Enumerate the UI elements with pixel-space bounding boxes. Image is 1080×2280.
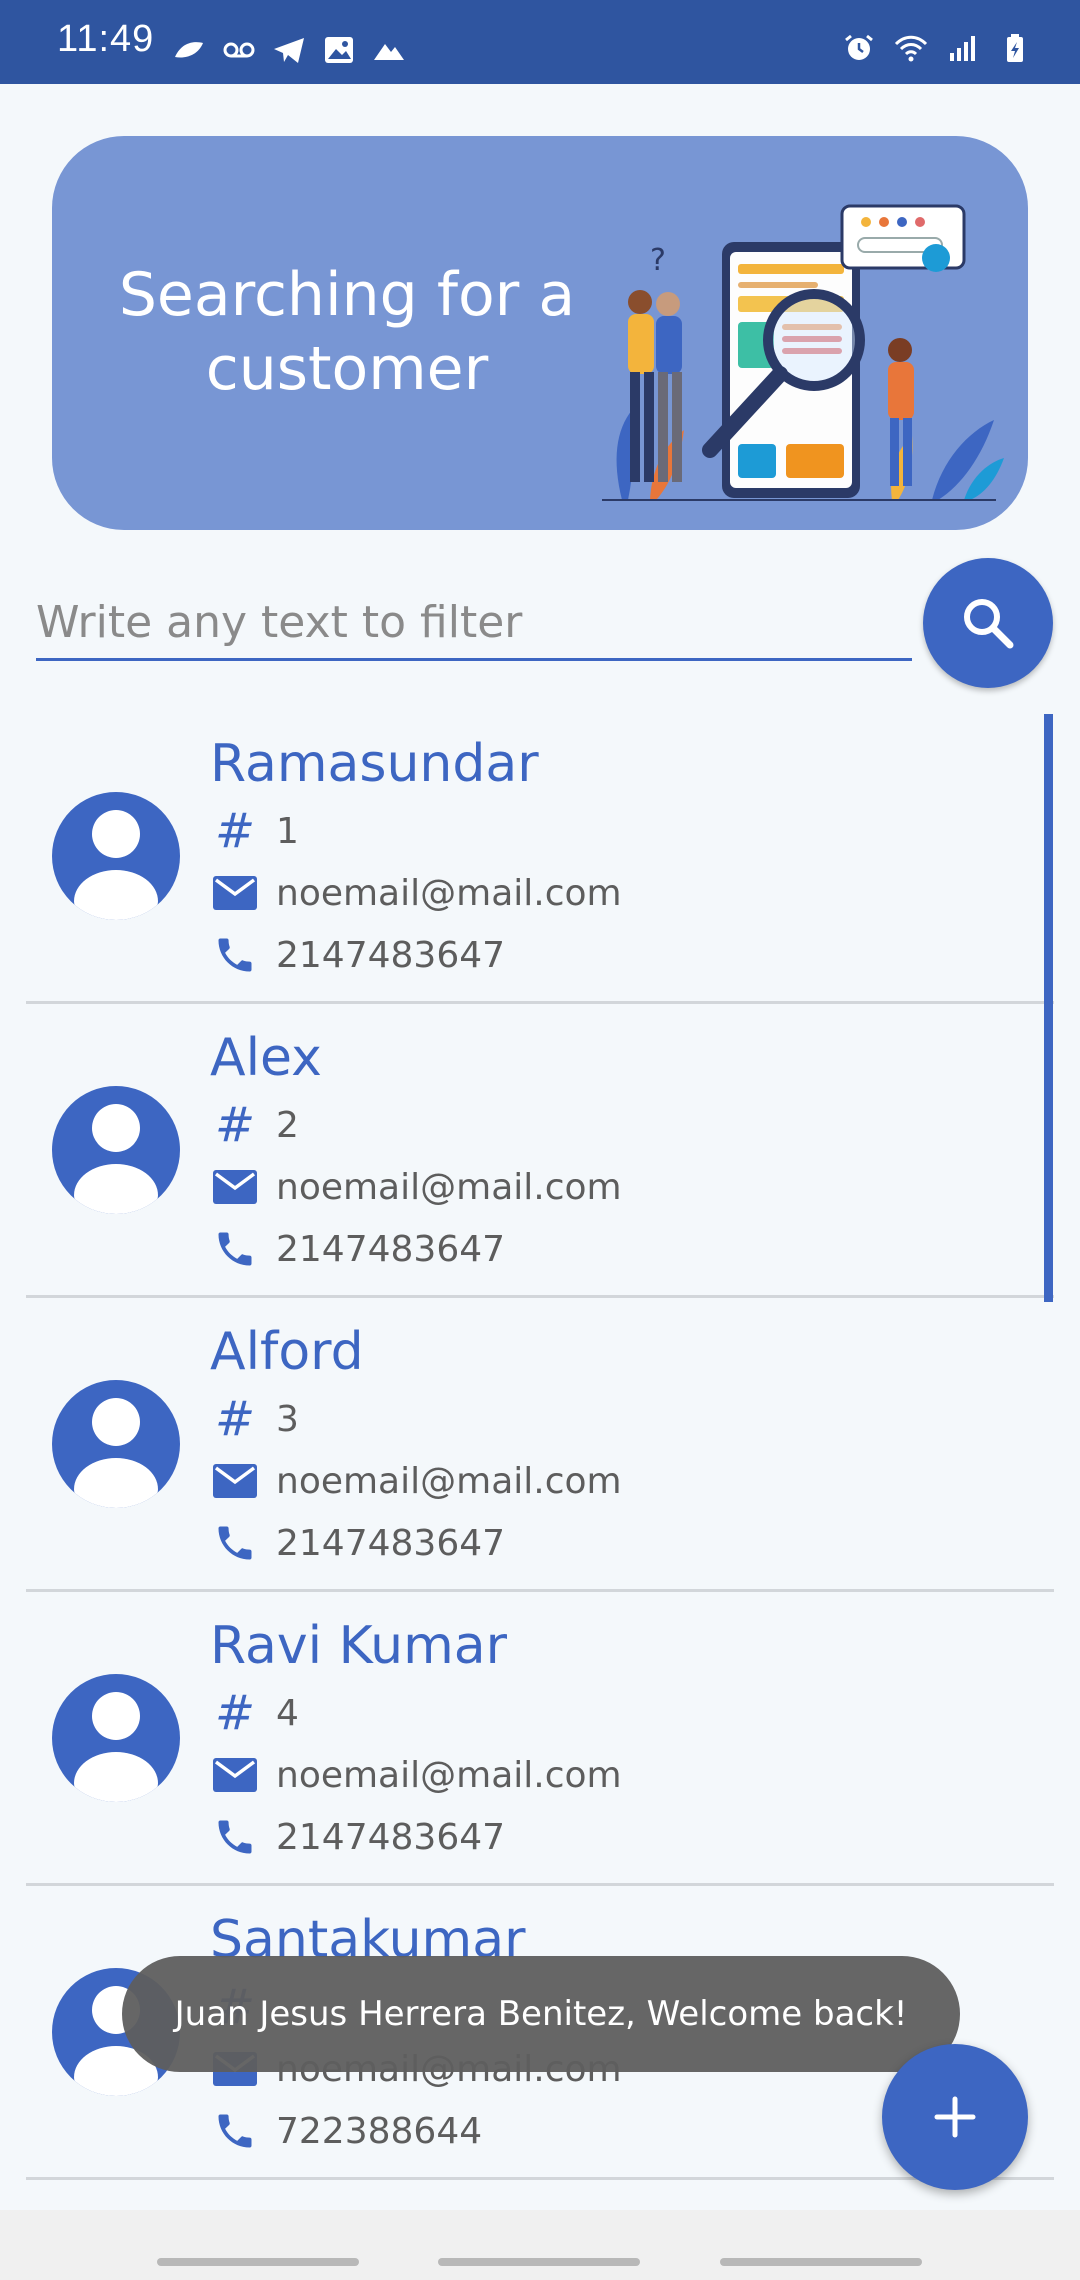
customer-email: noemail@mail.com (276, 1754, 622, 1796)
search-input[interactable] (36, 586, 912, 661)
customer-name: Alford (210, 1322, 364, 1382)
voicemail-icon (223, 42, 255, 58)
hash-icon: # (214, 1097, 256, 1153)
avatar-icon (52, 1674, 180, 1802)
customer-name: Alex (210, 1028, 322, 1088)
customer-card[interactable]: Ravi Kumar # 4 noemail@mail.com 21474836… (26, 1592, 1054, 1886)
customer-phone-row: 2147483647 (210, 1518, 505, 1568)
mail-icon (210, 1750, 260, 1800)
signal-icon (950, 36, 975, 61)
customer-email: noemail@mail.com (276, 872, 622, 914)
mail-icon (210, 1162, 260, 1212)
phone-icon (210, 1518, 260, 1568)
customer-id: 3 (276, 1398, 299, 1440)
hash-icon: # (214, 803, 256, 859)
telegram-icon (274, 38, 304, 63)
status-system-icons (842, 28, 1032, 68)
mountain-icon (374, 44, 404, 60)
leaf-icon (175, 42, 203, 58)
avatar-icon (52, 792, 180, 920)
header-banner: Searching for a customer ? (52, 136, 1028, 530)
phone-icon (210, 1224, 260, 1274)
customer-phone-row: 722388644 (210, 2106, 482, 2156)
search-icon (964, 599, 1014, 649)
customer-card[interactable]: Ramasundar # 1 noemail@mail.com 21474836… (26, 710, 1054, 1004)
hash-icon: # (214, 1685, 256, 1741)
nav-home-handle[interactable] (438, 2258, 640, 2266)
customer-card[interactable]: Alex # 2 noemail@mail.com 2147483647 (26, 1004, 1054, 1298)
customer-phone: 2147483647 (276, 1522, 506, 1564)
customer-phone: 2147483647 (276, 1816, 506, 1858)
customer-phone: 722388644 (276, 2110, 483, 2152)
customer-id-row: # 4 (210, 1688, 299, 1738)
nav-back-handle[interactable] (720, 2258, 922, 2266)
list-scrollbar[interactable] (1044, 714, 1053, 1302)
status-bar: 11:49 (0, 0, 1080, 84)
battery-icon (1007, 34, 1023, 62)
status-time: 11:49 (57, 18, 155, 60)
nav-recents-handle[interactable] (157, 2258, 359, 2266)
alarm-icon (845, 34, 873, 60)
customer-phone-row: 2147483647 (210, 930, 505, 980)
mail-icon (210, 868, 260, 918)
customer-id-row: # 3 (210, 1394, 299, 1444)
search-button[interactable] (923, 558, 1053, 688)
customer-id-row: # 1 (210, 806, 299, 856)
phone-icon (210, 930, 260, 980)
customer-email-row: noemail@mail.com (210, 1456, 622, 1506)
customer-phone: 2147483647 (276, 1228, 506, 1270)
customer-id: 1 (276, 810, 299, 852)
customer-phone: 2147483647 (276, 934, 506, 976)
customer-email: noemail@mail.com (276, 1166, 622, 1208)
gesture-nav-bar (0, 2210, 1080, 2280)
customer-email: noemail@mail.com (276, 1460, 622, 1502)
welcome-toast: Juan Jesus Herrera Benitez, Welcome back… (122, 1956, 960, 2072)
customer-email-row: noemail@mail.com (210, 1750, 622, 1800)
customer-card[interactable]: Alford # 3 noemail@mail.com 2147483647 (26, 1298, 1054, 1592)
avatar-icon (52, 1086, 180, 1214)
customer-email-row: noemail@mail.com (210, 868, 622, 918)
phone-icon (210, 1812, 260, 1862)
plus-icon (934, 2096, 976, 2138)
customer-id: 4 (276, 1692, 299, 1734)
customer-name: Ramasundar (210, 734, 539, 794)
svg-text:?: ? (650, 243, 666, 278)
add-customer-button[interactable] (882, 2044, 1028, 2190)
customer-phone-row: 2147483647 (210, 1224, 505, 1274)
wifi-icon (894, 35, 928, 62)
phone-icon (210, 2106, 260, 2156)
banner-title: Searching for a customer (118, 260, 576, 404)
customer-email-row: noemail@mail.com (210, 1162, 622, 1212)
customer-id: 2 (276, 1104, 299, 1146)
customer-id-row: # 2 (210, 1100, 299, 1150)
hash-icon: # (214, 1391, 256, 1447)
search-illustration: ? (602, 204, 1004, 501)
mail-icon (210, 1456, 260, 1506)
image-icon (325, 37, 353, 63)
status-notification-icons (172, 30, 406, 70)
customer-phone-row: 2147483647 (210, 1812, 505, 1862)
customer-name: Ravi Kumar (210, 1616, 507, 1676)
avatar-icon (52, 1380, 180, 1508)
